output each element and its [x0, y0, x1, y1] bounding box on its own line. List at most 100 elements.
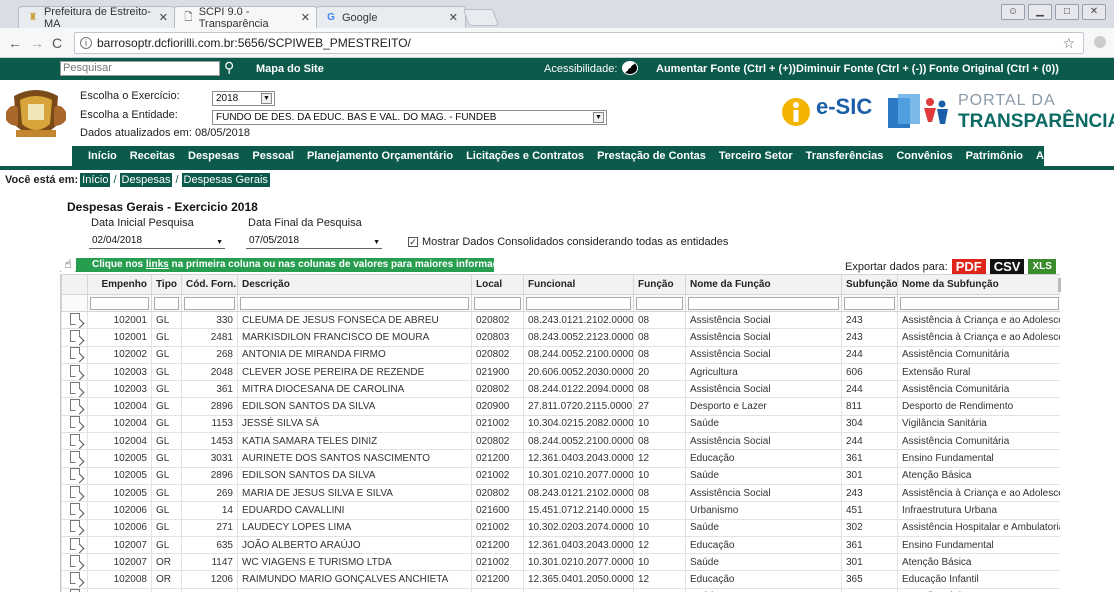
minimize-icon[interactable]: ▁: [1028, 4, 1052, 20]
browser-tab-google[interactable]: G Google ✕: [316, 6, 466, 28]
row-details-cell[interactable]: [61, 588, 88, 592]
column-filter-input[interactable]: [184, 296, 235, 310]
document-link-icon[interactable]: [69, 347, 80, 360]
document-link-icon[interactable]: [69, 468, 80, 481]
close-icon[interactable]: ✕: [301, 11, 310, 24]
column-filter-input[interactable]: [900, 296, 1059, 310]
row-details-cell[interactable]: [61, 363, 88, 382]
back-arrow-icon[interactable]: ←: [8, 35, 22, 51]
document-link-icon[interactable]: [69, 520, 80, 533]
document-link-icon[interactable]: [69, 433, 80, 446]
row-details-cell[interactable]: [61, 346, 88, 364]
document-link-icon[interactable]: [69, 312, 80, 325]
entity-select[interactable]: FUNDO DE DES. DA EDUC. BAS E VAL. DO MAG…: [212, 110, 607, 125]
column-header[interactable]: Descrição: [237, 274, 472, 295]
menu-planejamento[interactable]: Planejamento Orçamentário: [307, 150, 453, 162]
browser-tab-prefeitura[interactable]: ♜ Prefeitura de Estreito-MA ✕: [18, 6, 176, 30]
document-link-icon[interactable]: [69, 381, 80, 394]
column-filter-input[interactable]: [844, 296, 895, 310]
document-link-icon[interactable]: [69, 537, 80, 550]
menu-terceiro-setor[interactable]: Terceiro Setor: [719, 150, 793, 162]
close-icon[interactable]: ✕: [159, 11, 168, 24]
star-icon[interactable]: ☆: [1062, 33, 1075, 53]
document-link-icon[interactable]: [69, 485, 80, 498]
column-filter-input[interactable]: [526, 296, 631, 310]
column-header[interactable]: Cód. Forn.: [181, 274, 238, 295]
document-link-icon[interactable]: [69, 364, 80, 377]
maximize-icon[interactable]: □: [1055, 4, 1079, 20]
document-link-icon[interactable]: [69, 329, 80, 342]
document-link-icon[interactable]: [69, 451, 80, 464]
document-link-icon[interactable]: [69, 399, 80, 412]
reload-icon[interactable]: C: [52, 35, 62, 51]
column-header[interactable]: Subfunção: [841, 274, 898, 295]
column-filter-input[interactable]: [240, 296, 469, 310]
decrease-font-link[interactable]: Diminuir Fonte (Ctrl + (-)): [796, 63, 926, 75]
end-date-select[interactable]: 07/05/2018 ▼: [246, 234, 382, 249]
close-window-icon[interactable]: ✕: [1082, 4, 1106, 20]
menu-patrimonio[interactable]: Patrimônio: [966, 150, 1023, 162]
increase-font-link[interactable]: Aumentar Fonte (Ctrl + (+)): [656, 63, 796, 75]
column-header[interactable]: Nome da Subfunção: [897, 274, 1060, 295]
row-details-cell[interactable]: [61, 467, 88, 485]
row-details-cell[interactable]: [61, 536, 88, 555]
export-pdf-button[interactable]: PDF: [951, 259, 986, 274]
row-details-cell[interactable]: [61, 432, 88, 451]
portal-transparencia-logo[interactable]: PORTAL DA TRANSPARÊNCIA: [888, 90, 1114, 136]
forward-arrow-icon[interactable]: →: [30, 35, 44, 51]
menu-receitas[interactable]: Receitas: [130, 150, 175, 162]
horizontal-scrollbar[interactable]: [1058, 278, 1061, 292]
document-link-icon[interactable]: [69, 554, 80, 567]
esic-logo[interactable]: e-SIC: [780, 94, 880, 130]
column-filter-input[interactable]: [688, 296, 839, 310]
row-details-cell[interactable]: [61, 415, 88, 434]
menu-prestacao[interactable]: Prestação de Contas: [597, 150, 706, 162]
menu-pessoal[interactable]: Pessoal: [252, 150, 294, 162]
row-details-cell[interactable]: [61, 311, 88, 330]
contrast-icon[interactable]: [622, 61, 638, 75]
menu-acesso-informacao[interactable]: Acesso à Informação: [1036, 150, 1114, 162]
column-header[interactable]: Tipo: [151, 274, 182, 295]
row-details-cell[interactable]: [61, 519, 88, 537]
new-tab-button[interactable]: [462, 9, 500, 26]
column-filter-input[interactable]: [90, 296, 149, 310]
extension-icon[interactable]: [1094, 36, 1106, 48]
browser-tab-scpi[interactable]: 🗋 SCPI 9.0 - Transparência ✕: [174, 6, 318, 30]
menu-inicio[interactable]: Início: [88, 150, 117, 162]
row-details-cell[interactable]: [61, 328, 88, 347]
document-link-icon[interactable]: [69, 416, 80, 429]
row-details-cell[interactable]: [61, 397, 88, 416]
close-icon[interactable]: ✕: [449, 11, 458, 24]
menu-transferencias[interactable]: Transferências: [806, 150, 884, 162]
consolidated-option[interactable]: ✓ Mostrar Dados Consolidados considerand…: [408, 236, 728, 248]
export-xls-button[interactable]: XLS: [1028, 259, 1056, 274]
document-link-icon[interactable]: [69, 572, 80, 585]
row-details-cell[interactable]: [61, 553, 88, 572]
url-input[interactable]: i barrosoptr.dcfiorilli.com.br:5656/SCPI…: [74, 32, 1084, 54]
export-csv-button[interactable]: CSV: [989, 259, 1025, 274]
column-header[interactable]: Local: [471, 274, 524, 295]
column-filter-input[interactable]: [154, 296, 179, 310]
column-header[interactable]: Função: [633, 274, 686, 295]
breadcrumb-inicio[interactable]: Início: [80, 173, 111, 187]
start-date-select[interactable]: 02/04/2018 ▼: [89, 234, 225, 249]
consolidated-checkbox[interactable]: ✓: [408, 237, 418, 247]
row-details-cell[interactable]: [61, 449, 88, 468]
document-link-icon[interactable]: [69, 502, 80, 515]
info-icon[interactable]: i: [80, 37, 92, 49]
column-header[interactable]: Funcional: [523, 274, 634, 295]
column-filter-input[interactable]: [474, 296, 521, 310]
breadcrumb-despesas-gerais[interactable]: Despesas Gerais: [181, 173, 270, 187]
breadcrumb-despesas[interactable]: Despesas: [119, 173, 173, 187]
search-icon[interactable]: ⚲: [224, 59, 234, 76]
menu-despesas[interactable]: Despesas: [188, 150, 239, 162]
site-map-link[interactable]: Mapa do Site: [256, 63, 324, 75]
site-search-input[interactable]: Pesquisar: [60, 61, 220, 76]
info-links-link[interactable]: links: [146, 259, 169, 270]
menu-convenios[interactable]: Convênios: [896, 150, 952, 162]
original-font-link[interactable]: Fonte Original (Ctrl + (0)): [929, 63, 1059, 75]
menu-licitacoes[interactable]: Licitações e Contratos: [466, 150, 584, 162]
column-filter-input[interactable]: [636, 296, 683, 310]
row-details-cell[interactable]: [61, 380, 88, 399]
column-header[interactable]: Empenho: [87, 274, 152, 295]
